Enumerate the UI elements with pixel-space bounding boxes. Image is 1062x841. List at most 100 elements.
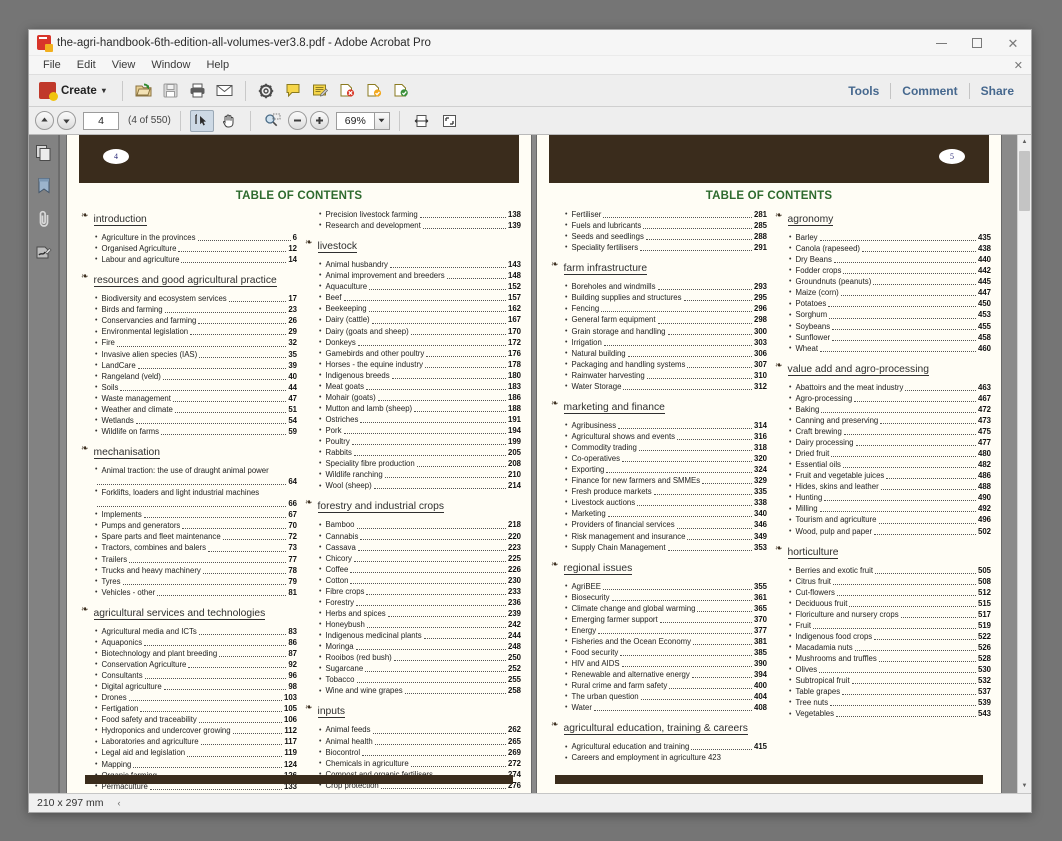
toc-entry[interactable]: • Cannabis 220 bbox=[319, 531, 521, 542]
menu-edit[interactable]: Edit bbox=[69, 56, 104, 75]
toc-entry[interactable]: • Legal aid and legislation 119 bbox=[95, 747, 297, 758]
toc-entry[interactable]: • Hunting 490 bbox=[789, 492, 991, 503]
toc-section-header[interactable]: ❧ agricultural services and technologies bbox=[81, 603, 297, 621]
scroll-down-button[interactable]: ▼ bbox=[1018, 779, 1031, 793]
toc-entry[interactable]: • Consultants 96 bbox=[95, 670, 297, 681]
toc-entry[interactable]: • Tyres 79 bbox=[95, 576, 297, 587]
toc-entry[interactable]: • Packaging and handling systems 307 bbox=[565, 359, 767, 370]
menu-help[interactable]: Help bbox=[198, 56, 237, 75]
select-tool-icon[interactable] bbox=[189, 109, 214, 132]
toc-entry[interactable]: • Pork 194 bbox=[319, 425, 521, 436]
status-collapse-icon[interactable]: ‹ bbox=[118, 798, 121, 808]
toc-entry[interactable]: • Sunflower 458 bbox=[789, 332, 991, 343]
toc-section-header[interactable]: ❧ agronomy bbox=[775, 209, 991, 227]
toc-entry[interactable]: • Cut-flowers 512 bbox=[789, 587, 991, 598]
toc-entry[interactable]: • Chicory 225 bbox=[319, 553, 521, 564]
sticky-note-icon[interactable] bbox=[308, 79, 333, 103]
toc-entry[interactable]: • Water 408 bbox=[565, 702, 767, 713]
toc-entry[interactable]: • Indigenous breeds 180 bbox=[319, 370, 521, 381]
toc-entry[interactable]: • Coffee 226 bbox=[319, 564, 521, 575]
toc-entry[interactable]: • Trailers 77 bbox=[95, 554, 297, 565]
toc-entry[interactable]: • Rabbits 205 bbox=[319, 447, 521, 458]
minimize-button[interactable] bbox=[923, 30, 959, 56]
toc-entry[interactable]: • Subtropical fruit 532 bbox=[789, 675, 991, 686]
toc-entry[interactable]: • Essential oils 482 bbox=[789, 459, 991, 470]
toc-entry[interactable]: • Fodder crops 442 bbox=[789, 265, 991, 276]
toc-entry[interactable]: • Laboratories and agriculture 117 bbox=[95, 736, 297, 747]
toc-entry[interactable]: • Exporting 324 bbox=[565, 464, 767, 475]
toc-entry[interactable]: • Implements 67 bbox=[95, 509, 297, 520]
toc-entry[interactable]: • Fire 32 bbox=[95, 337, 297, 348]
toc-entry[interactable]: • Renewable and alternative energy 394 bbox=[565, 669, 767, 680]
toc-entry[interactable]: • Wool (sheep) 214 bbox=[319, 480, 521, 491]
marquee-zoom-icon[interactable] bbox=[260, 109, 285, 133]
toc-entry[interactable]: • Cassava 223 bbox=[319, 542, 521, 553]
toc-entry[interactable]: • Deciduous fruit 515 bbox=[789, 598, 991, 609]
toc-entry[interactable]: • Agro-processing 467 bbox=[789, 393, 991, 404]
toc-entry[interactable]: • Aquaponics 86 bbox=[95, 637, 297, 648]
fit-width-icon[interactable] bbox=[409, 109, 434, 133]
toc-entry[interactable]: • Berries and exotic fruit 505 bbox=[789, 565, 991, 576]
toc-entry[interactable]: • Olives 530 bbox=[789, 664, 991, 675]
toc-entry[interactable]: • Sugarcane 252 bbox=[319, 663, 521, 674]
toc-entry[interactable]: • Risk management and insurance 349 bbox=[565, 531, 767, 542]
toc-entry[interactable]: • Agribusiness 314 bbox=[565, 420, 767, 431]
toc-entry[interactable]: • Maize (corn) 447 bbox=[789, 287, 991, 298]
toc-entry[interactable]: • Canola (rapeseed) 438 bbox=[789, 243, 991, 254]
toc-entry[interactable]: • Fencing 296 bbox=[565, 303, 767, 314]
signatures-icon[interactable] bbox=[34, 242, 54, 262]
scroll-up-button[interactable]: ▲ bbox=[1018, 135, 1031, 149]
toc-entry[interactable]: • Irrigation 303 bbox=[565, 337, 767, 348]
toc-entry[interactable]: • Animal feeds 262 bbox=[319, 724, 521, 735]
toc-entry[interactable]: • Commodity trading 318 bbox=[565, 442, 767, 453]
toc-section-header[interactable]: ❧ regional issues bbox=[551, 558, 767, 576]
toc-entry[interactable]: • Canning and preserving 473 bbox=[789, 415, 991, 426]
toc-entry[interactable]: • Tourism and agriculture 496 bbox=[789, 514, 991, 525]
toc-entry[interactable]: • Beekeeping 162 bbox=[319, 303, 521, 314]
toc-entry[interactable]: • Animal health 265 bbox=[319, 736, 521, 747]
toc-entry[interactable]: • Poultry 199 bbox=[319, 436, 521, 447]
toc-entry[interactable]: • Digital agriculture 98 bbox=[95, 681, 297, 692]
toc-entry[interactable]: • Speciality fibre production 208 bbox=[319, 458, 521, 469]
toc-entry[interactable]: • Energy 377 bbox=[565, 625, 767, 636]
toc-section-header[interactable]: ❧ marketing and finance bbox=[551, 397, 767, 415]
toc-entry[interactable]: • Fuels and lubricants 285 bbox=[565, 220, 767, 231]
toc-entry[interactable]: • Conservancies and farming 26 bbox=[95, 315, 297, 326]
toc-entry[interactable]: • Dairy (cattle) 167 bbox=[319, 314, 521, 325]
toc-entry[interactable]: • Dry Beans 440 bbox=[789, 254, 991, 265]
toc-entry[interactable]: • Building supplies and structures 295 bbox=[565, 292, 767, 303]
pdf-viewport[interactable]: 4 TABLE OF CONTENTS ❧ introduction • Agricu… bbox=[59, 135, 1031, 793]
toc-entry[interactable]: • Cotton 230 bbox=[319, 575, 521, 586]
maximize-button[interactable] bbox=[959, 30, 995, 56]
page-thumbnails-icon[interactable] bbox=[34, 143, 54, 163]
toc-entry[interactable]: • Water Storage 312 bbox=[565, 381, 767, 392]
toc-entry[interactable]: • Groundnuts (peanuts) 445 bbox=[789, 276, 991, 287]
toc-entry[interactable]: • Grain storage and handling 300 bbox=[565, 326, 767, 337]
toc-entry[interactable]: • Soils 44 bbox=[95, 382, 297, 393]
toc-entry[interactable]: • Milling 492 bbox=[789, 503, 991, 514]
toc-entry[interactable]: • Emerging farmer support 370 bbox=[565, 614, 767, 625]
toc-entry[interactable]: • Hydroponics and undercover growing 112 bbox=[95, 725, 297, 736]
toc-entry[interactable]: • The urban question 404 bbox=[565, 691, 767, 702]
toc-entry[interactable]: • Potatoes 450 bbox=[789, 298, 991, 309]
toc-entry[interactable]: • Gamebirds and other poultry 176 bbox=[319, 348, 521, 359]
stamp-icon[interactable] bbox=[335, 79, 360, 103]
toc-entry[interactable]: • Climate change and global warming 365 bbox=[565, 603, 767, 614]
toc-entry[interactable]: • Livestock auctions 338 bbox=[565, 497, 767, 508]
toc-entry[interactable]: • Food safety and traceability 106 bbox=[95, 714, 297, 725]
toc-entry[interactable]: •Precision farming137 bbox=[95, 792, 297, 794]
toc-entry[interactable]: • Vehicles - other 81 bbox=[95, 587, 297, 598]
toc-entry[interactable]: • Organised Agriculture 12 bbox=[95, 243, 297, 254]
open-file-icon[interactable] bbox=[131, 79, 156, 103]
hand-tool-icon[interactable] bbox=[217, 110, 241, 132]
toc-entry[interactable]: • Sorghum 453 bbox=[789, 309, 991, 320]
toc-entry[interactable]: • Providers of financial services 346 bbox=[565, 519, 767, 530]
toc-entry[interactable]: • Honeybush 242 bbox=[319, 619, 521, 630]
toc-entry[interactable]: • Indigenous food crops 522 bbox=[789, 631, 991, 642]
toc-entry[interactable]: • Herbs and spices 239 bbox=[319, 608, 521, 619]
menu-file[interactable]: File bbox=[35, 56, 69, 75]
save-icon[interactable] bbox=[158, 79, 183, 103]
toc-entry[interactable]: • Invasive alien species (IAS) 35 bbox=[95, 349, 297, 360]
toc-section-header[interactable]: ❧ agricultural education, training & care… bbox=[551, 718, 767, 736]
toc-entry[interactable]: • Wood, pulp and paper 502 bbox=[789, 526, 991, 537]
